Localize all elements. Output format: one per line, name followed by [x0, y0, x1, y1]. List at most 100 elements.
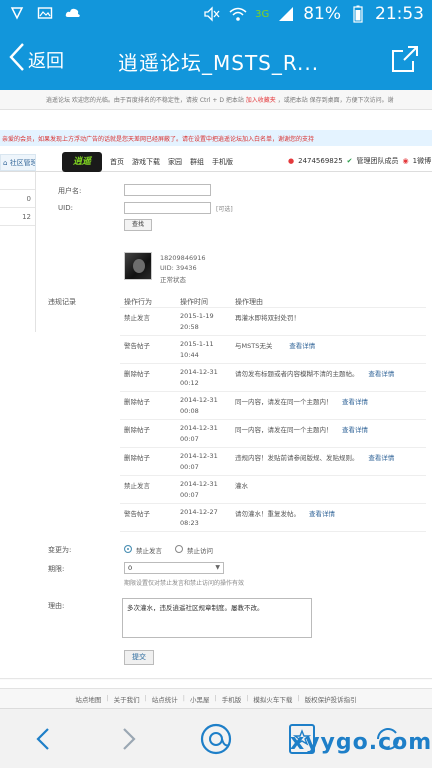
violation-time: 20:58 — [180, 323, 199, 331]
wifi-icon — [229, 5, 247, 23]
battery-percent: 81% — [303, 4, 341, 24]
nav-links: 首页 游戏下载 家园 群组 手机版 — [110, 157, 233, 167]
view-detail-link[interactable]: 查看详情 — [368, 368, 394, 378]
user-id[interactable]: 2474569825 — [298, 157, 343, 165]
user-uid: UID: 39436 — [160, 264, 197, 272]
community-admin-tab[interactable]: ⌂ 社区管理 — [0, 154, 36, 171]
reason-textarea[interactable]: 多次灌水，违反逍遥社区规章制度。屡教不改。 — [122, 598, 312, 638]
share-icon — [392, 46, 418, 72]
signal-icon — [277, 5, 295, 23]
ban-post-radio[interactable] — [124, 545, 132, 553]
battery-icon — [349, 5, 367, 23]
chevron-right-icon — [123, 728, 136, 750]
forward-nav-button[interactable] — [110, 721, 146, 757]
mute-icon — [203, 5, 221, 23]
period-label: 期限: — [48, 565, 65, 573]
nav-link[interactable]: 游戏下载 — [132, 157, 160, 167]
cloud-notification-icon — [64, 5, 82, 23]
period-select[interactable]: 0 ▼ — [124, 562, 224, 574]
user-group[interactable]: 管理团队成员 — [357, 156, 399, 166]
uid-hint: [可选] — [216, 206, 233, 213]
row-divider — [120, 391, 426, 392]
footer-links: 站点地图 | 关于我们 | 站点统计 | 小黑屋 | 手机版 | 模拟火车下载 | 版权保护… — [0, 688, 432, 708]
view-detail-link[interactable]: 查看详情 — [309, 508, 335, 518]
community-admin-label: 社区管理 — [9, 159, 36, 167]
violation-reason: 与MSTS无关 — [235, 342, 273, 350]
nav-link[interactable]: 群组 — [190, 157, 204, 167]
back-label: 返回 — [28, 51, 64, 72]
view-detail-link[interactable]: 查看详情 — [342, 396, 368, 406]
ban-visit-radio[interactable] — [175, 545, 183, 553]
row-divider — [120, 531, 426, 532]
violation-time: 00:07 — [180, 435, 199, 443]
violation-reason: 再灌水即将双封处罚！ — [235, 314, 300, 322]
sidebar-row — [0, 172, 35, 190]
notice-text: 逍遥论坛 欢迎您的光临。由于百度排名的不稳定性，请按 Ctrl + D 把本站 — [46, 97, 244, 104]
share-button[interactable] — [390, 44, 420, 74]
site-navbar: ⌂ 社区管理 逍遥 首页 游戏下载 家园 群组 手机版 ● 2474569825… — [0, 152, 432, 172]
row-divider — [120, 503, 426, 504]
violation-time: 00:12 — [180, 379, 199, 387]
image-notification-icon — [36, 5, 54, 23]
row-divider — [120, 475, 426, 476]
ban-visit-label: 禁止访问 — [187, 547, 213, 555]
violation-date: 2014-12-31 — [180, 396, 218, 404]
footer-link[interactable]: 小黑屋 — [190, 694, 210, 708]
violation-date: 2015-1-19 — [180, 312, 214, 320]
nav-link[interactable]: 首页 — [110, 157, 124, 167]
add-favorite-link[interactable]: 加入收藏夹 — [246, 97, 276, 104]
violation-action: 禁止发言 — [124, 482, 150, 490]
ban-post-label: 禁止发言 — [136, 547, 162, 555]
chevron-left-icon — [36, 728, 49, 750]
nav-link[interactable]: 家园 — [168, 157, 182, 167]
violation-date: 2014-12-31 — [180, 424, 218, 432]
web-content: 逍遥论坛 欢迎您的光临。由于百度排名的不稳定性，请按 Ctrl + D 把本站 … — [0, 90, 432, 680]
footer-link[interactable]: 站点地图 — [75, 694, 101, 708]
footer-link[interactable]: 手机版 — [222, 694, 242, 708]
violation-reason: 同一内容，请发在同一个主题内！ — [235, 426, 333, 434]
violation-reason: 违规内容！发贴前请参阅版规、发贴规则。 — [235, 454, 359, 462]
view-detail-link[interactable]: 查看详情 — [342, 424, 368, 434]
notice-tail: ，或把本站 保存到桌面，方便下次访问。谢 — [277, 97, 394, 104]
view-detail-link[interactable]: 查看详情 — [368, 452, 394, 462]
sidebar-row: 12 — [0, 208, 35, 226]
footer-link[interactable]: 模拟火车下载 — [253, 694, 292, 708]
violation-action: 警告帖子 — [124, 342, 150, 350]
submit-button[interactable]: 提交 — [124, 650, 154, 665]
violation-reason: 请勿灌水！重复发帖。 — [235, 510, 300, 518]
back-button[interactable]: 返回 — [8, 43, 64, 77]
footer-link[interactable]: 版权保护投诉指引 — [305, 694, 357, 708]
footer-link[interactable]: 站点统计 — [152, 694, 178, 708]
network-type: 3G — [255, 8, 270, 20]
view-detail-link[interactable]: 查看详情 — [289, 340, 315, 350]
nav-link[interactable]: 手机版 — [212, 157, 233, 167]
home-button[interactable] — [198, 721, 234, 757]
shield-notification-icon — [8, 5, 26, 23]
violation-reason: 请勿发布标题或者内容模糊不清的主题帖。 — [235, 370, 359, 378]
page-title: 逍遥论坛_MSTS_R... — [118, 51, 320, 75]
violation-date: 2014-12-27 — [180, 508, 218, 516]
violation-date: 2014-12-31 — [180, 368, 218, 376]
back-nav-button[interactable] — [26, 721, 62, 757]
uid-input[interactable] — [124, 202, 211, 214]
avatar[interactable] — [124, 252, 152, 280]
user-name[interactable]: 18209846916 — [160, 254, 206, 262]
weibo-link[interactable]: 1微博 — [413, 156, 431, 166]
check-icon: ✔ — [346, 157, 353, 165]
period-hint: 期限设置仅对禁止发言和禁止访问的操作有效 — [124, 580, 245, 587]
status-bar: 3G 81% 21:53 — [0, 0, 432, 30]
violation-action: 删除帖子 — [124, 426, 150, 434]
weibo-icon: ◉ — [402, 157, 409, 165]
footer-link[interactable]: 关于我们 — [114, 694, 140, 708]
username-input[interactable] — [124, 184, 211, 196]
violation-date: 2014-12-31 — [180, 480, 218, 488]
violation-reason: 灌水 — [235, 482, 248, 490]
uid-label: UID: — [58, 204, 73, 212]
site-logo[interactable]: 逍遥 — [62, 152, 102, 172]
search-button[interactable]: 查找 — [124, 219, 152, 231]
column-header: 操作时间 — [180, 298, 208, 306]
user-avatar-icon: ● — [288, 157, 295, 165]
violations-label: 违规记录 — [48, 298, 76, 306]
violation-action: 警告帖子 — [124, 510, 150, 518]
row-divider — [120, 419, 426, 420]
